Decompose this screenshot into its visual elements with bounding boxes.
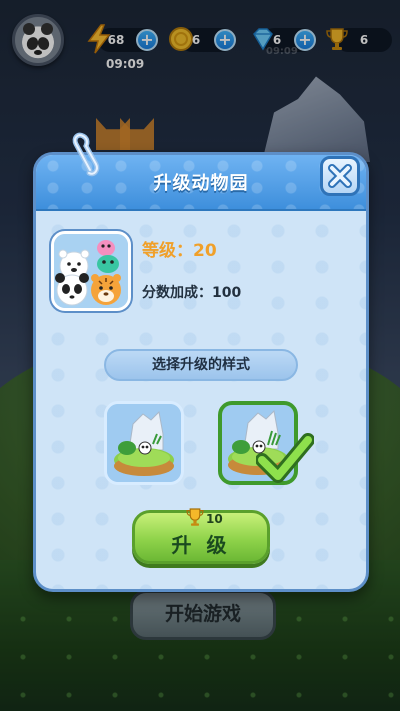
score-bonus-label: 分数加成：100 [142,285,242,301]
zoo-level-label: 等级：20 [142,241,217,261]
zoo-animals-thumbnail [51,231,131,311]
zoo-island-icon [107,404,181,482]
choose-style-label: 选择升级的样式 [104,349,298,381]
upgrade-cost-value: 10 [206,512,223,526]
close-button[interactable] [320,156,360,196]
checkmark-icon [256,433,314,483]
paperclip-icon [72,132,100,177]
upgrade-button-label: 升 级 [171,533,231,557]
close-icon [328,164,352,188]
upgrade-cost: 10 [184,503,234,529]
animals-icon [54,234,128,308]
style-option-1[interactable] [104,401,184,485]
trophy-icon [186,508,204,526]
